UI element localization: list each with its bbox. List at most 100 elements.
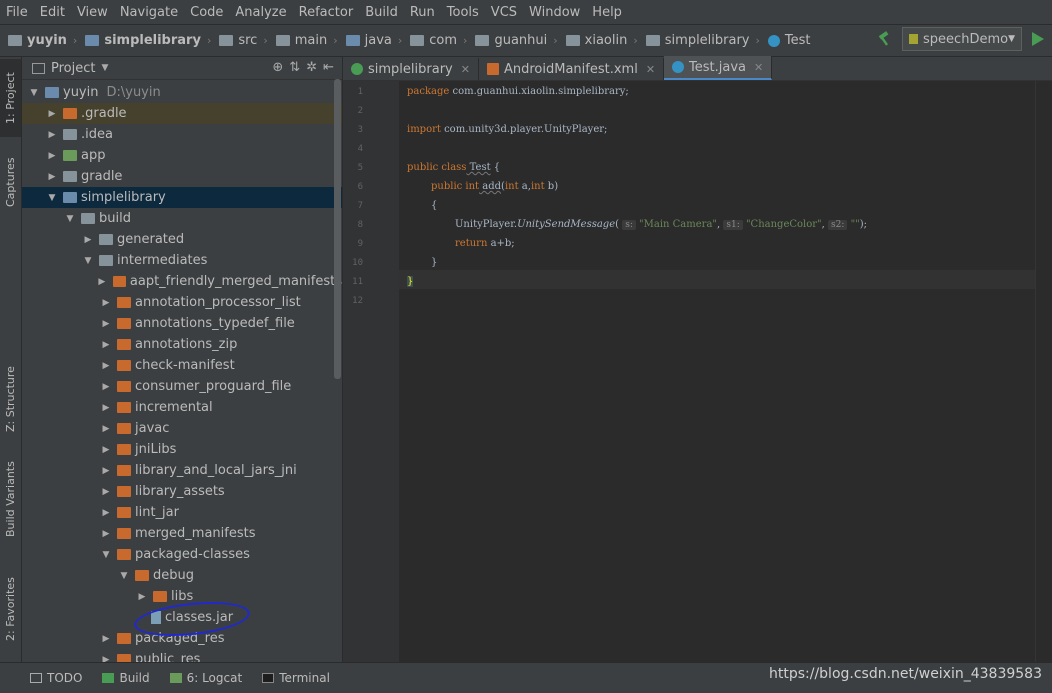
tree-item-generated[interactable]: ▶ generated (22, 229, 342, 250)
tree-item-app[interactable]: ▶ app (22, 145, 342, 166)
tree-item-folder[interactable]: ▶ check-manifest (22, 355, 342, 376)
menu-refactor[interactable]: Refactor (293, 5, 360, 20)
close-icon[interactable]: ✕ (646, 63, 655, 76)
code-line-9[interactable]: return a+b; (455, 238, 515, 249)
tree-item-idea[interactable]: ▶ .idea (22, 124, 342, 145)
breadcrumb-simplelibrary-pkg[interactable]: simplelibrary › (645, 33, 760, 48)
left-tool-strip: 1: Project Captures Z: Structure Build V… (0, 57, 22, 662)
tab-build-variants[interactable]: Build Variants (0, 457, 21, 542)
tree-item-folder[interactable]: ▶ jniLibs (22, 439, 342, 460)
tree-item-folder[interactable]: ▶ library_and_local_jars_jni (22, 460, 342, 481)
tree-item-folder[interactable]: ▶ javac (22, 418, 342, 439)
tool-logcat[interactable]: 6: Logcat (169, 671, 242, 685)
menu-help[interactable]: Help (586, 5, 628, 20)
tree-item-folder[interactable]: ▶ annotations_zip (22, 334, 342, 355)
project-scrollbar[interactable] (334, 79, 341, 379)
breadcrumb-com[interactable]: com › (410, 33, 467, 48)
menu-file[interactable]: File (0, 5, 34, 20)
class-icon (672, 61, 685, 73)
line-number: 11 (352, 277, 363, 287)
tree-item-folder[interactable]: ▶ lint_jar (22, 502, 342, 523)
tree-item-build[interactable]: ▼ build (22, 208, 342, 229)
tree-item-gradle-dir[interactable]: ▶ .gradle (22, 103, 342, 124)
editor: simplelibrary ✕ AndroidManifest.xml ✕ Test… (343, 56, 1052, 662)
menu-tools[interactable]: Tools (441, 5, 485, 20)
collapse-icon[interactable]: ⇅ (289, 60, 300, 75)
run-button[interactable] (1032, 32, 1044, 46)
menu-run[interactable]: Run (404, 5, 441, 20)
tree-item-simplelibrary[interactable]: ▼ simplelibrary (22, 187, 342, 208)
tree-item-folder[interactable]: ▶ merged_manifests (22, 523, 342, 544)
tree-item-packaged-classes[interactable]: ▼ packaged-classes (22, 544, 342, 565)
tree-item-folder[interactable]: ▶ incremental (22, 397, 342, 418)
todo-icon (30, 673, 42, 683)
breadcrumb-xiaolin[interactable]: xiaolin › (565, 33, 638, 48)
tool-todo[interactable]: TODO (30, 671, 82, 685)
project-icon (32, 62, 45, 74)
line-number: 12 (352, 296, 363, 306)
module-icon (85, 35, 100, 46)
code-line-1[interactable]: package com.guanhui.xiaolin.simplelibrar… (407, 86, 629, 97)
menu-vcs[interactable]: VCS (485, 5, 523, 20)
code-line-10[interactable]: } (431, 257, 437, 268)
code-line-6[interactable]: public int add(int a,int b) (431, 181, 558, 192)
run-configuration-select[interactable]: speechDemo ▼ (902, 27, 1022, 51)
tab-structure[interactable]: Z: Structure (0, 357, 21, 442)
line-number: 1 (357, 87, 363, 97)
tab-project[interactable]: 1: Project (0, 59, 21, 137)
tree-item-folder[interactable]: ▶ aapt_friendly_merged_manifests (22, 271, 342, 292)
menu-edit[interactable]: Edit (34, 5, 71, 20)
code-line-3[interactable]: import com.unity3d.player.UnityPlayer; (407, 124, 607, 135)
menu-window[interactable]: Window (523, 5, 586, 20)
code-line-7[interactable]: { (431, 200, 437, 211)
tree-item-folder[interactable]: ▶ consumer_proguard_file (22, 376, 342, 397)
folder-icon (565, 35, 580, 46)
breadcrumb-guanhui[interactable]: guanhui › (475, 33, 558, 48)
menu-analyze[interactable]: Analyze (229, 5, 292, 20)
code-line-8[interactable]: UnityPlayer.UnitySendMessage( s: "Main C… (455, 219, 867, 230)
hide-icon[interactable]: ⇤ (323, 60, 334, 75)
menu-code[interactable]: Code (184, 5, 229, 20)
code-line-11[interactable]: } (407, 276, 414, 287)
tab-favorites[interactable]: 2: Favorites (0, 567, 21, 652)
gear-icon[interactable]: ✲ (306, 60, 317, 75)
code-line-5[interactable]: public class Test { (407, 162, 500, 173)
project-panel-header: Project ▼ ⊕ ⇅ ✲ ⇤ (22, 57, 342, 80)
build-hammer-icon[interactable] (876, 31, 892, 47)
xml-file-icon (486, 63, 499, 75)
line-number: 10 (352, 258, 363, 268)
breadcrumb-src[interactable]: src › (219, 33, 268, 48)
tool-terminal[interactable]: Terminal (262, 671, 330, 685)
tree-item-folder[interactable]: ▶ annotation_processor_list (22, 292, 342, 313)
menu-build[interactable]: Build (359, 5, 404, 20)
gradle-icon (351, 63, 363, 75)
editor-right-strip (1035, 81, 1052, 662)
close-icon[interactable]: ✕ (754, 61, 763, 74)
breadcrumb-yuyin[interactable]: yuyin › (8, 33, 77, 48)
tree-item-debug[interactable]: ▼ debug (22, 565, 342, 586)
tree-item-gradle[interactable]: ▶ gradle (22, 166, 342, 187)
tree-item-yuyin[interactable]: ▼ yuyin D:\yuyin (22, 82, 342, 103)
breadcrumb-main[interactable]: main › (275, 33, 338, 48)
tree-item-intermediates[interactable]: ▼ intermediates (22, 250, 342, 271)
tree-item-folder[interactable]: ▶ library_assets (22, 481, 342, 502)
project-view-select[interactable]: Project (51, 61, 95, 76)
folder-icon (219, 35, 234, 46)
close-icon[interactable]: ✕ (461, 63, 470, 76)
tab-androidmanifest[interactable]: AndroidManifest.xml ✕ (479, 58, 665, 80)
menu-view[interactable]: View (71, 5, 114, 20)
breadcrumb-test[interactable]: Test (767, 33, 811, 48)
breadcrumb-simplelibrary[interactable]: simplelibrary › (85, 33, 211, 48)
breadcrumb-java[interactable]: java › (345, 33, 402, 48)
tab-captures[interactable]: Captures (0, 147, 21, 217)
locate-icon[interactable]: ⊕ (272, 60, 283, 75)
tab-test-java[interactable]: Test.java ✕ (664, 56, 773, 80)
tree-item-folder[interactable]: ▶ public_res (22, 649, 342, 662)
line-number: 8 (357, 220, 363, 230)
tool-build[interactable]: Build (102, 671, 150, 685)
menu-navigate[interactable]: Navigate (114, 5, 184, 20)
hammer-icon (102, 673, 115, 683)
tree-item-folder[interactable]: ▶ annotations_typedef_file (22, 313, 342, 334)
tab-simplelibrary[interactable]: simplelibrary ✕ (343, 58, 479, 80)
line-number: 6 (357, 182, 363, 192)
